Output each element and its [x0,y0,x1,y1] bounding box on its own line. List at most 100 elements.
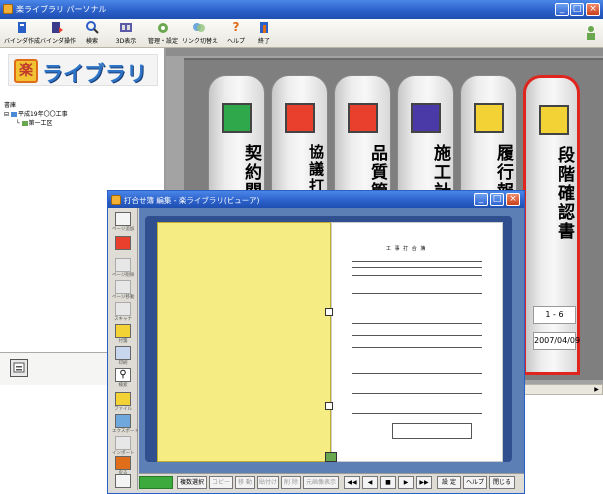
binder-operate-button[interactable]: バインダ操作 [40,21,76,47]
search-icon: ⚲ [115,368,131,382]
first-page-button[interactable]: ◀◀ [344,476,360,489]
person-icon [584,25,598,41]
pdf-icon [115,236,131,250]
file-button[interactable]: ファイル [112,392,134,412]
next-page-button[interactable]: ▶ [398,476,414,489]
settings-button[interactable]: 設 定 [437,476,461,489]
close-viewer-button[interactable]: 閉じる [489,476,515,489]
search-button[interactable]: 検索 [80,21,104,47]
move-page-button[interactable]: ページ移動 [112,280,134,300]
binder-number: 1 - 6 [533,306,576,324]
binder-date: 2007/04/09 [533,332,580,350]
scanner-icon [115,302,131,316]
print-button[interactable]: 印刷 [112,346,134,366]
left-page[interactable] [157,222,331,462]
exit-button[interactable]: 終了 [254,21,274,47]
right-page[interactable]: 工 事 打 合 簿 [331,222,503,462]
sticky-note-button[interactable]: 付箋 [112,324,134,344]
3d-view-icon [119,21,133,34]
delete-button[interactable]: 削 除 [281,476,301,489]
doc-line [352,275,482,276]
back-button[interactable]: 戻る [112,456,134,476]
binder-stage-confirm[interactable]: 段階確認書 1 - 6 2007/04/09 [523,75,580,375]
copy-button[interactable]: コピー [209,476,233,489]
viewer-close-button[interactable]: × [506,193,520,206]
tree-root[interactable]: 書庫 [4,101,68,110]
doc-line [352,261,482,262]
original-image-button[interactable]: 元画像表示 [303,476,339,489]
page-handle[interactable] [325,402,333,410]
multi-select-button[interactable]: 複数選択 [177,476,207,489]
viewer-title-bar[interactable]: 打合せ簿 編集 - 楽ライブラリ(ビューア) _ □ × [108,191,524,208]
prev-page-button[interactable]: ◀ [362,476,378,489]
move-button[interactable]: 移 動 [235,476,255,489]
page-turn-icon[interactable] [325,452,337,462]
exit-icon [257,21,271,34]
binder-create-icon [15,21,29,34]
scroll-right-icon[interactable]: ▶ [591,385,602,394]
binder-color-label [539,105,569,135]
tree-item-section[interactable]: └ 第一工区 [4,119,68,128]
link-switch-button[interactable]: リンク切替え [182,21,218,47]
scanner-button[interactable]: スキャナ [112,302,134,322]
doc-line [352,347,482,348]
viewer-help-button[interactable]: ヘルプ [463,476,487,489]
viewer-window-title: 打合せ簿 編集 - 楽ライブラリ(ビューア) [124,196,260,205]
settings-icon [156,21,170,34]
add-page-button[interactable]: ページ追加 [112,212,134,232]
doc-line [352,393,482,394]
viewer-minimize-button[interactable]: _ [474,193,488,206]
stop-button[interactable]: ■ [380,476,396,489]
viewer-window: 打合せ簿 編集 - 楽ライブラリ(ビューア) _ □ × ページ追加 ページ削除… [107,190,525,494]
logo-name: ライブラリ [42,62,147,86]
help-icon: ? [232,20,240,34]
last-page-button[interactable]: ▶▶ [416,476,432,489]
open-binder: 工 事 打 合 簿 [145,216,512,462]
export-button[interactable]: エクスポート [112,414,139,434]
app-logo: 楽 ライブラリ [8,54,158,86]
paste-button[interactable]: 貼付け [257,476,279,489]
binder-icon [115,474,131,488]
logo-mark: 楽 [14,59,38,83]
status-indicator [139,476,173,489]
import-icon [115,436,131,450]
close-button[interactable]: × [586,3,600,16]
help-button[interactable]: ? ヘルプ [226,21,246,47]
3d-view-button[interactable]: 3D表示 [114,21,138,47]
add-page-icon [115,212,131,226]
binder-view-button[interactable] [112,474,134,488]
move-page-icon [115,280,131,294]
back-icon [115,456,131,470]
main-window-title: 楽ライブラリ パーソナル [16,5,107,14]
viewer-maximize-button[interactable]: □ [490,193,504,206]
binder-create-button[interactable]: バインダ作成 [4,21,40,47]
main-title-bar[interactable]: 楽ライブラリ パーソナル _ □ × [0,0,603,19]
doc-line [352,413,482,414]
horizontal-scrollbar[interactable]: ◀ ▶ [516,384,603,395]
folder-tree: 書庫 ⊟ 平成19年〇〇工事 └ 第一工区 [4,101,68,128]
book-icon [10,112,17,117]
import-button[interactable]: インポート [112,436,135,456]
shelf-top-edge [166,48,603,56]
minimize-button[interactable]: _ [555,3,569,16]
toolbar: バインダ作成 バインダ操作 検索 3D表示 管理・設定 リンク切替え ? ヘルプ [0,19,603,48]
tree-item-project[interactable]: ⊟ 平成19年〇〇工事 [4,110,68,119]
viewer-search-button[interactable]: ⚲ 検索 [112,368,134,388]
maximize-button[interactable]: □ [570,3,584,16]
binder-color-label [411,103,441,133]
binder-operate-icon [50,21,64,34]
stamp-table [392,423,472,439]
folder-icon [21,121,28,126]
shelf-toggle-button[interactable] [10,359,28,377]
doc-line [352,293,482,294]
viewer-app-icon [111,195,121,205]
pdf-button[interactable] [112,236,134,250]
doc-line [352,373,482,374]
search-icon [85,21,99,34]
settings-button[interactable]: 管理・設定 [148,21,178,47]
app-icon [3,4,13,14]
binder-color-label [474,103,504,133]
delete-page-button[interactable]: ページ削除 [112,258,134,278]
export-icon [115,414,131,428]
page-handle[interactable] [325,308,333,316]
